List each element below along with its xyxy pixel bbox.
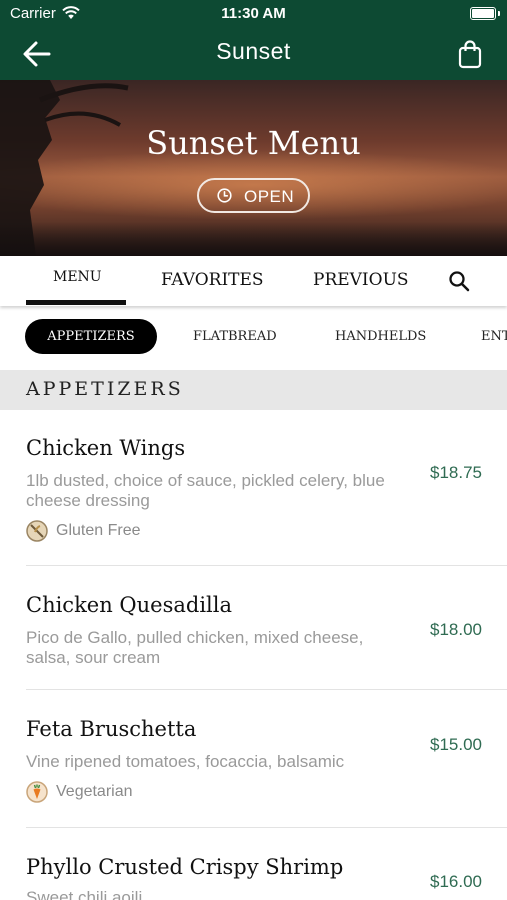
item-description: Vine ripened tomatoes, focaccia, balsami… bbox=[26, 752, 345, 771]
item-description: Pico de Gallo, pulled chicken, mixed che… bbox=[26, 628, 364, 667]
item-name: Chicken Quesadilla bbox=[26, 593, 233, 617]
menu-item-feta-bruschetta[interactable]: Feta Bruschetta Vine ripened tomatoes, f… bbox=[0, 690, 507, 827]
item-description: Sweet chili aoili bbox=[26, 888, 143, 900]
hero-banner: Sunset Menu OPEN bbox=[0, 80, 507, 256]
tag-label: Vegetarian bbox=[56, 783, 133, 800]
menu-item-chicken-quesadilla[interactable]: Chicken Quesadilla Pico de Gallo, pulled… bbox=[0, 566, 507, 689]
chip-appetizers[interactable]: APPETIZERS bbox=[25, 319, 157, 354]
item-name: Phyllo Crusted Crispy Shrimp bbox=[26, 855, 344, 879]
open-status-badge: OPEN bbox=[197, 178, 310, 213]
hero-title: Sunset Menu bbox=[146, 124, 361, 162]
battery-icon bbox=[470, 7, 496, 20]
item-price: $18.75 bbox=[430, 463, 482, 482]
search-icon[interactable] bbox=[448, 270, 470, 292]
shopping-bag-icon[interactable] bbox=[457, 39, 483, 69]
chip-flatbread[interactable]: FLATBREAD bbox=[193, 319, 277, 354]
section-title: APPETIZERS bbox=[26, 378, 184, 400]
chip-entrees[interactable]: ENTREES bbox=[481, 319, 507, 354]
tag-label: Gluten Free bbox=[56, 522, 141, 539]
gluten-free-icon bbox=[26, 520, 48, 542]
chip-handhelds[interactable]: HANDHELDS bbox=[335, 319, 426, 354]
category-chips: APPETIZERS FLATBREAD HANDHELDS ENTREES bbox=[0, 306, 507, 370]
tab-previous[interactable]: PREVIOUS bbox=[313, 270, 409, 290]
section-header: APPETIZERS bbox=[0, 370, 507, 410]
menu-item-phyllo-crusted-crispy-shrimp[interactable]: Phyllo Crusted Crispy Shrimp Sweet chili… bbox=[0, 828, 507, 900]
active-tab-indicator bbox=[26, 300, 126, 305]
item-description: 1lb dusted, choice of sauce, pickled cel… bbox=[26, 471, 385, 510]
item-price: $16.00 bbox=[430, 872, 482, 891]
item-name: Chicken Wings bbox=[26, 436, 186, 460]
nav-bar: Sunset bbox=[0, 28, 507, 80]
nav-title: Sunset bbox=[216, 38, 291, 64]
hero-horizon bbox=[0, 222, 507, 256]
tab-menu[interactable]: MENU bbox=[53, 269, 102, 285]
item-price: $18.00 bbox=[430, 620, 482, 639]
menu-tabs: MENU FAVORITES PREVIOUS bbox=[0, 256, 507, 306]
open-status-label: OPEN bbox=[244, 187, 295, 206]
item-name: Feta Bruschetta bbox=[26, 717, 197, 741]
clock-icon bbox=[217, 188, 232, 203]
menu-item-chicken-wings[interactable]: Chicken Wings 1lb dusted, choice of sauc… bbox=[0, 410, 507, 566]
carrot-icon bbox=[26, 781, 48, 803]
status-bar: Carrier 11:30 AM bbox=[0, 0, 507, 28]
battery-tip bbox=[498, 11, 500, 16]
clock-time: 11:30 AM bbox=[221, 5, 286, 22]
tab-favorites[interactable]: FAVORITES bbox=[161, 270, 264, 290]
item-price: $15.00 bbox=[430, 735, 482, 754]
